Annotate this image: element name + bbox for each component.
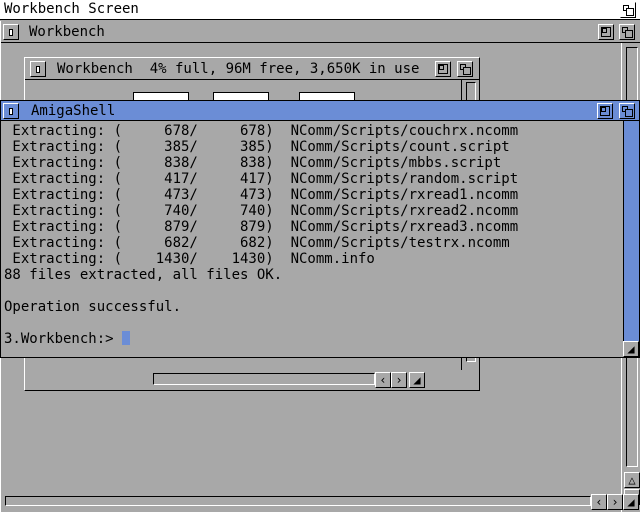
close-box-icon (9, 29, 13, 36)
disk-zoom-button[interactable] (435, 61, 451, 77)
screen-title-bar[interactable]: Workbench Screen (0, 0, 640, 20)
console-line: Extracting: ( 417/ 417) NComm/Scripts/ra… (4, 171, 519, 187)
workbench-close-button[interactable] (3, 24, 19, 40)
zoom-icon-inner (601, 107, 606, 112)
shell-zoom-button[interactable] (597, 103, 613, 119)
disk-horizontal-scrollbar[interactable] (153, 373, 375, 385)
shell-close-button[interactable] (3, 103, 19, 119)
resize-icon: ◢ (413, 373, 421, 387)
console-line: Extracting: ( 740/ 740) NComm/Scripts/rx… (4, 203, 519, 219)
disk-window-title-bar[interactable]: Workbench 4% full, 96M free, 3,650K in u… (25, 58, 479, 80)
shell-depth-button[interactable] (619, 103, 635, 119)
disk-scroll-left-button[interactable]: ‹ (375, 372, 391, 388)
shell-title-bar[interactable]: AmigaShell (1, 101, 639, 121)
console-line: Extracting: ( 879/ 879) NComm/Scripts/rx… (4, 219, 519, 235)
console-line: Extracting: ( 838/ 838) NComm/Scripts/mb… (4, 155, 502, 171)
workbench-scroll-left-button[interactable]: ‹ (591, 494, 607, 510)
resize-icon: ◢ (627, 342, 635, 356)
disk-window-title: Workbench 4% full, 96M free, 3,650K in u… (57, 61, 420, 77)
shell-size-button[interactable]: ◢ (623, 341, 639, 357)
arrow-right-icon: › (611, 495, 619, 509)
disk-close-button[interactable] (30, 61, 46, 77)
arrow-right-icon: › (395, 373, 403, 387)
shell-title: AmigaShell (31, 103, 116, 119)
shell-console[interactable]: Extracting: ( 678/ 678) NComm/Scripts/co… (4, 123, 622, 355)
screen-depth-button[interactable] (620, 2, 636, 18)
zoom-icon-inner (439, 65, 444, 70)
depth-arrange-icon-front (625, 109, 633, 117)
workbench-zoom-button[interactable] (598, 24, 614, 40)
disk-depth-button[interactable] (457, 61, 473, 77)
shell-prompt: 3.Workbench:> (4, 331, 123, 347)
workbench-depth-button[interactable] (619, 24, 635, 40)
console-line: Extracting: ( 385/ 385) NComm/Scripts/co… (4, 139, 510, 155)
text-cursor (122, 331, 131, 345)
zoom-icon-inner (602, 28, 607, 33)
console-line: 88 files extracted, all files OK. (4, 267, 283, 283)
depth-arrange-icon-front (626, 8, 634, 16)
depth-arrange-icon-front (625, 30, 633, 38)
workbench-title-bar[interactable]: Workbench (1, 21, 640, 43)
workbench-scroll-right-button[interactable]: › (607, 494, 623, 510)
disk-bottom-border: ‹ › ◢ (25, 370, 479, 390)
workbench-scroll-up-button[interactable]: △ (624, 472, 640, 488)
console-line: Extracting: ( 682/ 682) NComm/Scripts/te… (4, 235, 510, 251)
close-box-icon (9, 108, 13, 115)
resize-icon: ◢ (627, 495, 635, 509)
console-line: Extracting: ( 678/ 678) NComm/Scripts/co… (4, 123, 519, 139)
console-line: Operation successful. (4, 299, 182, 315)
console-line: Extracting: ( 1430/ 1430) NComm.info (4, 251, 375, 267)
disk-size-button[interactable]: ◢ (409, 372, 425, 388)
close-box-icon (36, 66, 40, 73)
arrow-up-icon: △ (628, 473, 636, 487)
workbench-bottom-border: ‹ › (1, 492, 623, 512)
arrow-left-icon: ‹ (379, 373, 387, 387)
arrow-left-icon: ‹ (595, 495, 603, 509)
workbench-size-button[interactable]: ◢ (623, 494, 639, 510)
depth-arrange-icon-front (463, 67, 471, 75)
disk-scroll-right-button[interactable]: › (391, 372, 407, 388)
shell-right-border (623, 121, 639, 357)
shell-window: AmigaShell ◢ Extracting: ( 678/ 678) NCo… (0, 100, 640, 358)
screen-title: Workbench Screen (4, 1, 139, 17)
console-line: Extracting: ( 473/ 473) NComm/Scripts/rx… (4, 187, 519, 203)
console-prompt-line[interactable]: 3.Workbench:> (4, 331, 622, 347)
workbench-horizontal-scrollbar[interactable] (5, 496, 591, 506)
workbench-title: Workbench (29, 24, 105, 40)
